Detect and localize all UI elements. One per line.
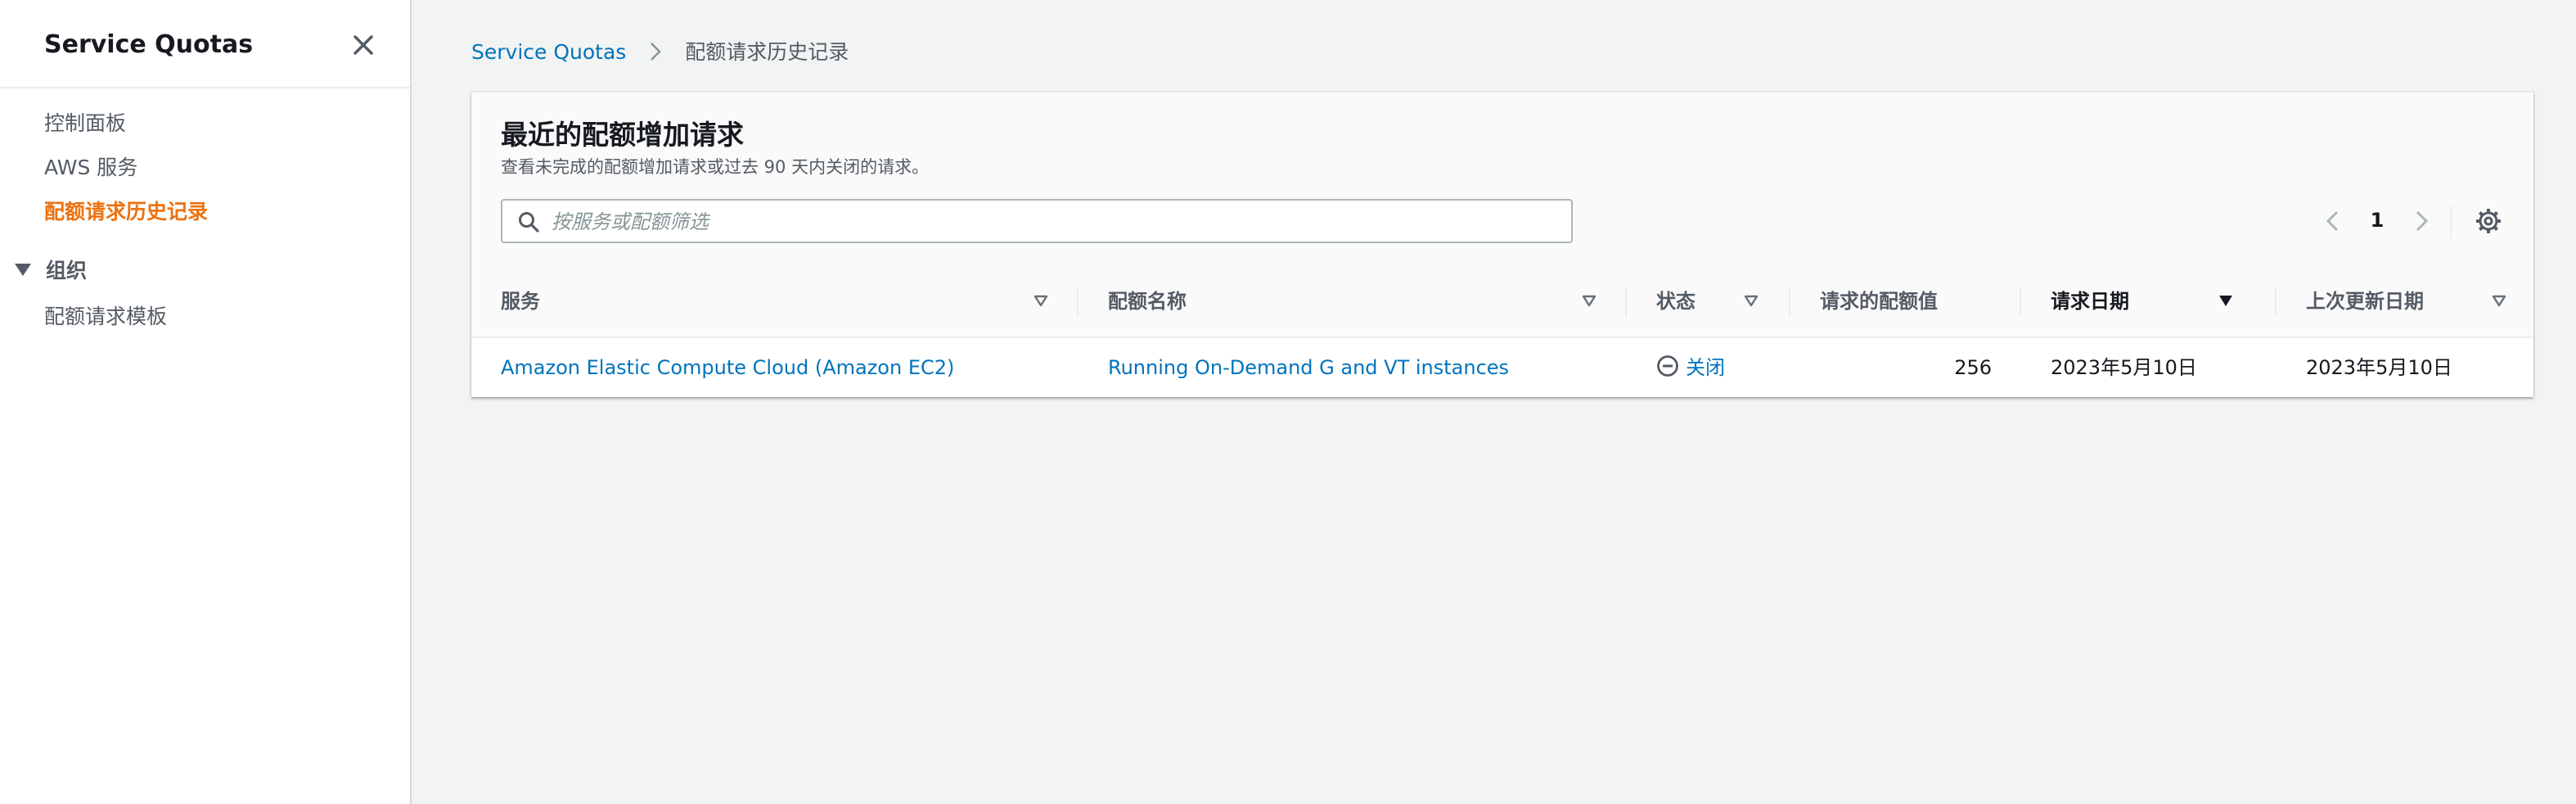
sidebar-header: Service Quotas <box>44 26 410 65</box>
table-row: Amazon Elastic Compute Cloud (Amazon EC2… <box>471 338 2533 397</box>
sort-icon <box>1582 295 1596 307</box>
quota-name-link[interactable]: Running On-Demand G and VT instances <box>1108 356 1509 379</box>
breadcrumb-service-quotas[interactable]: Service Quotas <box>471 40 626 64</box>
column-header-label: 上次更新日期 <box>2306 290 2424 313</box>
table-title: 最近的配额增加请求 <box>501 119 744 151</box>
column-header-service[interactable]: 服务 <box>471 266 1079 337</box>
sidebar-title[interactable]: Service Quotas <box>44 30 253 59</box>
service-link[interactable]: Amazon Elastic Compute Cloud (Amazon EC2… <box>501 356 954 379</box>
sidebar-item-quota-request-template[interactable]: 配额请求模板 <box>44 303 167 331</box>
sidebar-item-dashboard[interactable]: 控制面板 <box>44 110 126 138</box>
close-icon[interactable] <box>348 29 379 61</box>
sort-descending-icon <box>2219 296 2232 306</box>
caret-down-icon <box>15 263 31 276</box>
sidebar-divider <box>0 87 410 88</box>
column-header-request-date[interactable]: 请求日期 <box>2021 266 2277 337</box>
status-link[interactable]: 关闭 <box>1686 356 1725 379</box>
side-navigation: Service Quotas 控制面板 AWS 服务 配额请求历史记录 组织 配… <box>0 0 412 804</box>
column-header-label: 请求日期 <box>2051 290 2129 313</box>
cell-service: Amazon Elastic Compute Cloud (Amazon EC2… <box>501 338 954 397</box>
table-header-area: 最近的配额增加请求 查看未完成的配额增加请求或过去 90 天内关闭的请求。 1 <box>471 93 2533 268</box>
quota-requests-table-container: 最近的配额增加请求 查看未完成的配额增加请求或过去 90 天内关闭的请求。 1 <box>471 92 2533 397</box>
table-header-row: 服务 配额名称 状态 请求的配额值 请求日期 上次更新日期 <box>471 266 2533 338</box>
column-header-label: 配额名称 <box>1108 290 1187 313</box>
filter-box[interactable] <box>501 199 1573 243</box>
search-icon <box>519 212 539 233</box>
sort-icon <box>1744 295 1759 307</box>
gear-icon[interactable] <box>2475 207 2502 235</box>
column-header-requested-value: 请求的配额值 <box>1790 266 2021 337</box>
chevron-right-icon <box>651 43 662 61</box>
sort-icon <box>1034 295 1048 307</box>
breadcrumb-current: 配额请求历史记录 <box>685 40 849 64</box>
sort-icon <box>2492 295 2506 307</box>
column-header-label: 服务 <box>501 290 540 313</box>
column-header-label: 请求的配额值 <box>1820 290 1938 313</box>
cell-quota-name: Running On-Demand G and VT instances <box>1108 338 1509 397</box>
page-number[interactable]: 1 <box>2365 206 2389 235</box>
sidebar-item-quota-request-history[interactable]: 配额请求历史记录 <box>44 198 208 226</box>
chevron-left-icon[interactable] <box>2321 209 2345 233</box>
chevron-right-icon[interactable] <box>2409 209 2434 233</box>
cell-request-date: 2023年5月10日 <box>2051 356 2197 379</box>
column-header-status[interactable]: 状态 <box>1627 266 1790 337</box>
filter-input[interactable] <box>550 201 1563 243</box>
cell-status: 关闭 <box>1656 338 1725 397</box>
sidebar-group-label: 组织 <box>46 259 88 282</box>
column-header-last-updated[interactable]: 上次更新日期 <box>2277 266 2533 337</box>
sidebar-item-aws-services[interactable]: AWS 服务 <box>44 154 137 182</box>
status-closed-icon <box>1657 355 1678 377</box>
cell-requested-value: 256 <box>1954 356 1992 379</box>
column-header-label: 状态 <box>1656 290 1696 313</box>
pagination-divider <box>2450 206 2452 238</box>
table-description: 查看未完成的配额增加请求或过去 90 天内关闭的请求。 <box>501 157 930 177</box>
column-header-quota-name[interactable]: 配额名称 <box>1079 266 1627 337</box>
sidebar-group-organization[interactable]: 组织 <box>15 257 87 285</box>
cell-last-updated: 2023年5月10日 <box>2306 356 2452 379</box>
breadcrumb: Service Quotas 配额请求历史记录 <box>471 38 849 66</box>
